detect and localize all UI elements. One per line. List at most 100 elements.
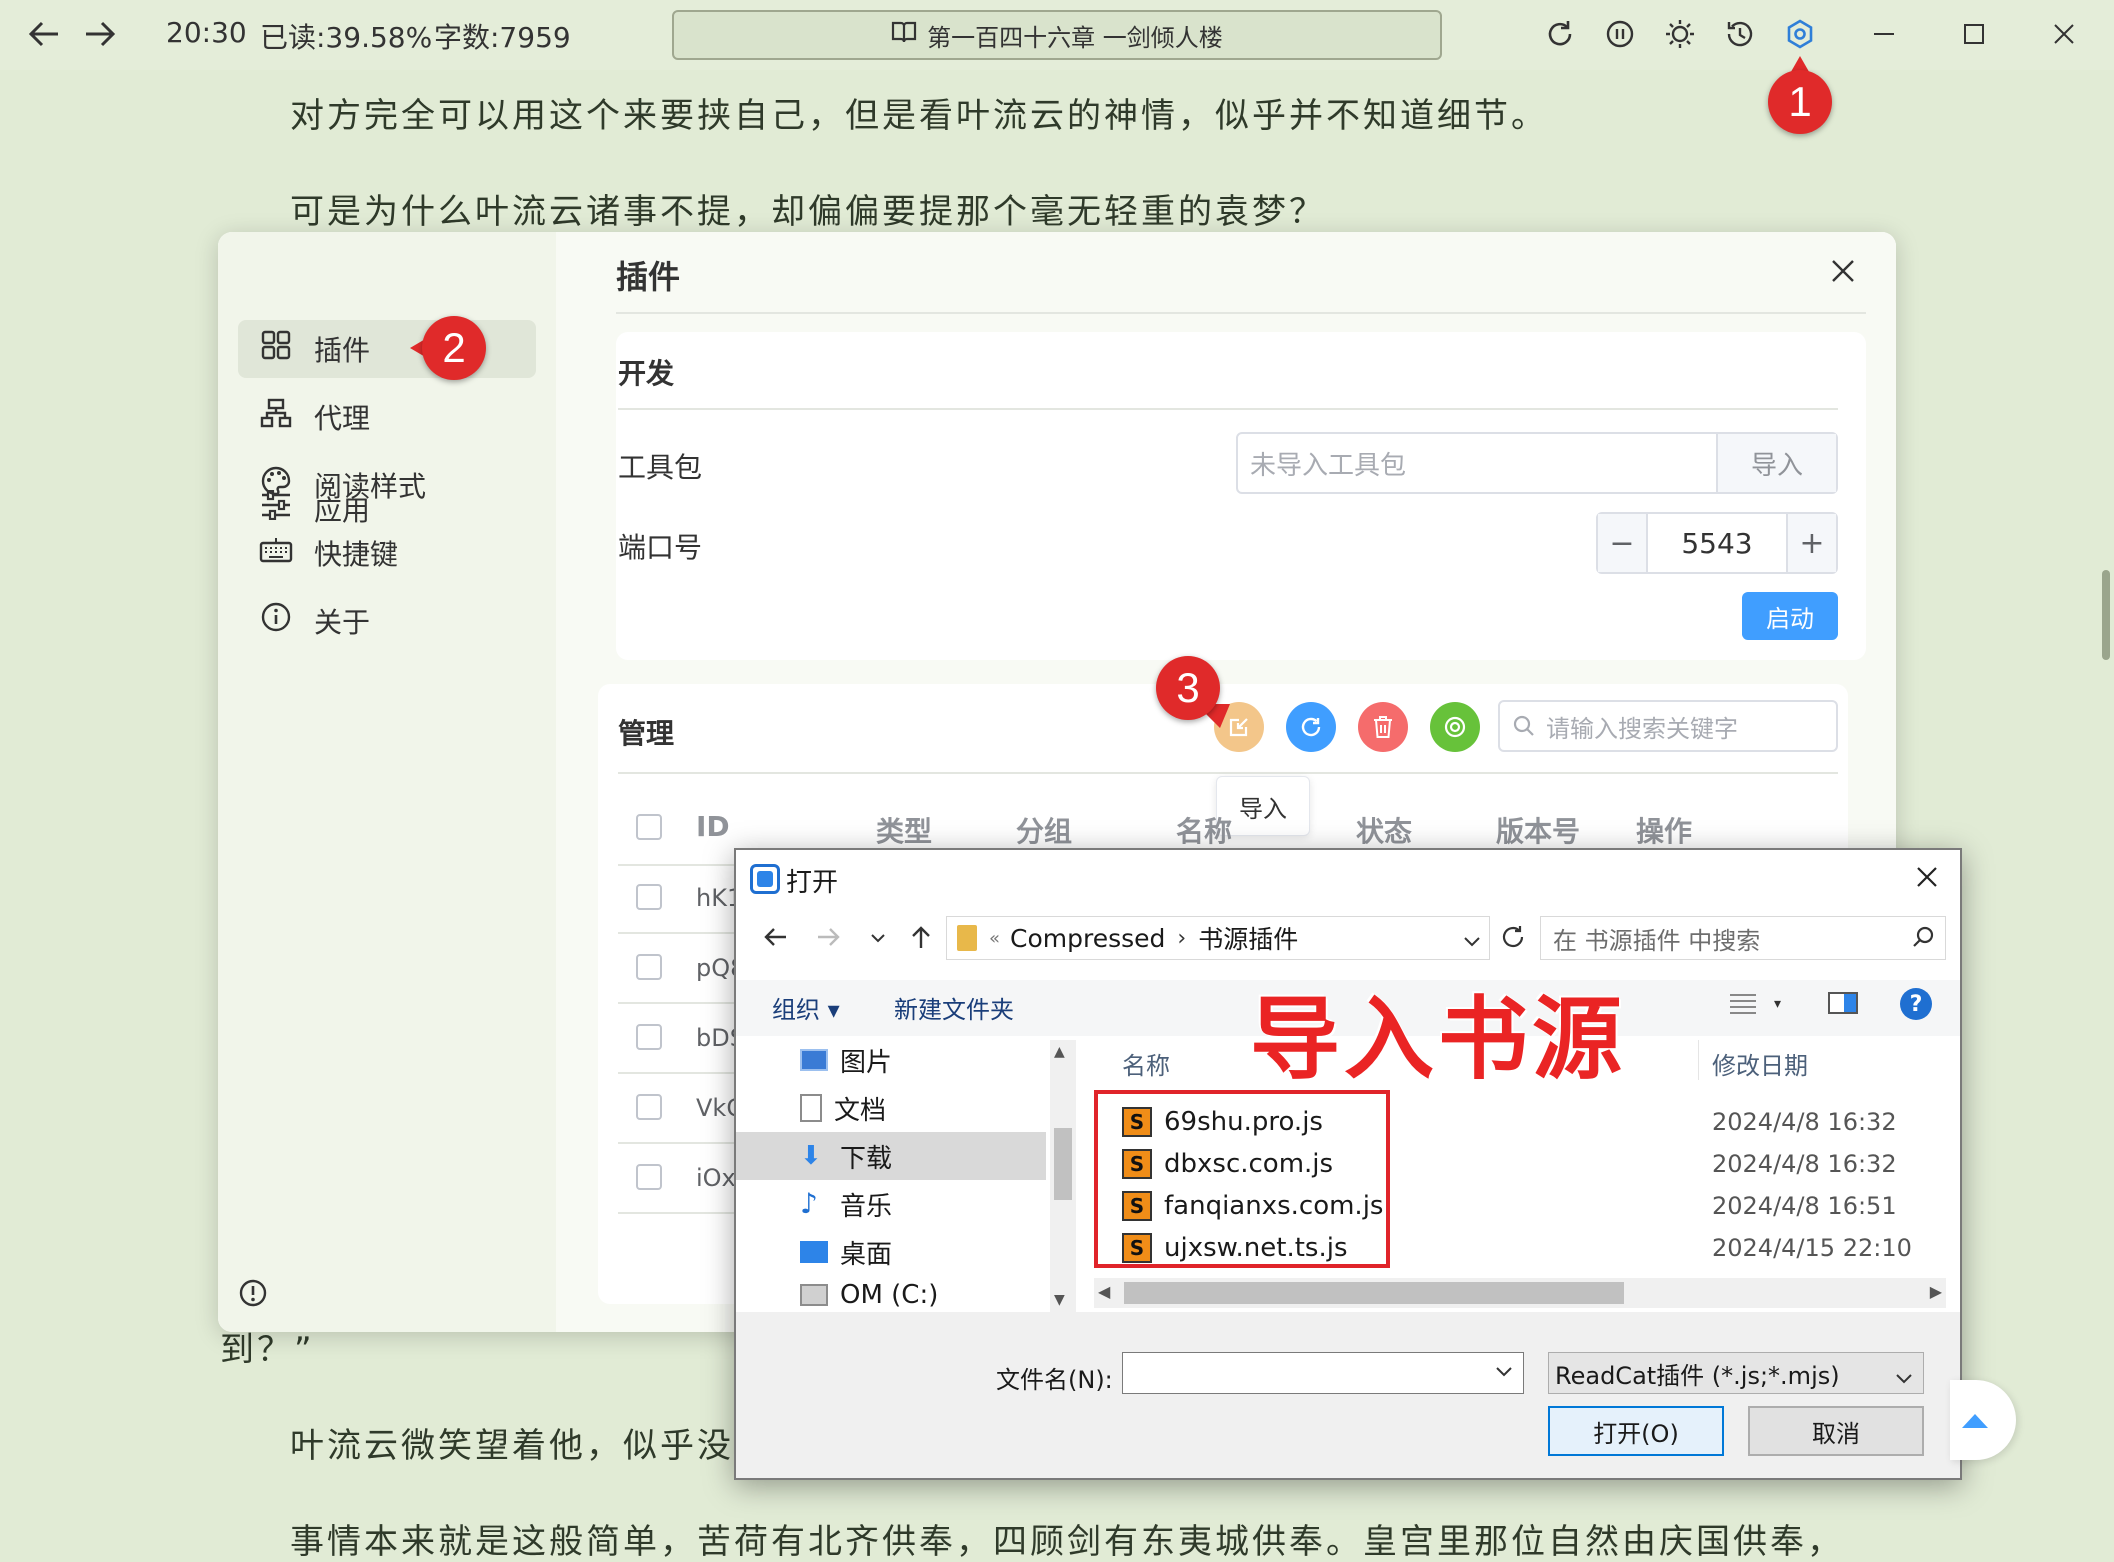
folder-search-input[interactable]: 在 书源插件 中搜索: [1540, 916, 1946, 960]
new-folder-button[interactable]: 新建文件夹: [894, 990, 1014, 1025]
overlay-caption: 导入书源: [1250, 987, 1626, 1092]
forward-icon[interactable]: [816, 926, 842, 952]
chapter-title-box[interactable]: 第一百四十六章 一剑倾人楼: [672, 10, 1442, 60]
step-marker-2: 2: [422, 316, 486, 380]
row-checkbox[interactable]: [636, 1024, 662, 1050]
file-date: 2024/4/8 16:32: [1712, 1150, 1897, 1178]
palette-icon: [256, 465, 296, 505]
warning-circle-icon[interactable]: [238, 1278, 268, 1312]
grid-icon: [256, 330, 296, 368]
sidebar-item-proxy[interactable]: 代理: [238, 388, 536, 446]
scrollbar-thumb[interactable]: [1124, 1282, 1624, 1304]
port-value[interactable]: 5543: [1648, 527, 1786, 560]
dialog-close-icon[interactable]: [1914, 864, 1940, 894]
chevron-down-icon[interactable]: [1495, 1363, 1513, 1382]
download-arrow-icon: ⬇: [800, 1141, 822, 1171]
scroll-down-icon[interactable]: ▼: [1054, 1292, 1065, 1308]
view-details-icon[interactable]: [1728, 992, 1758, 1020]
file-row[interactable]: S dbxsc.com.js: [1122, 1144, 1333, 1184]
port-stepper[interactable]: − 5543 +: [1596, 512, 1838, 574]
close-icon[interactable]: [1828, 256, 1858, 290]
file-date: 2024/4/8 16:32: [1712, 1108, 1897, 1136]
row-checkbox[interactable]: [636, 884, 662, 910]
open-button[interactable]: 打开(O): [1548, 1406, 1724, 1456]
toolkit-import-button[interactable]: 导入: [1716, 434, 1836, 492]
file-type-select[interactable]: ReadCat插件 (*.js;*.mjs): [1548, 1352, 1924, 1394]
back-arrow-icon[interactable]: [24, 14, 64, 54]
tree-item-pictures[interactable]: 图片: [800, 1038, 892, 1082]
toolkit-placeholder: 未导入工具包: [1250, 450, 1407, 481]
breadcrumb-parent[interactable]: Compressed: [1010, 924, 1165, 953]
preview-pane-icon[interactable]: [1828, 992, 1858, 1014]
file-list-hscrollbar[interactable]: ◀ ▶: [1094, 1278, 1946, 1308]
chevron-down-icon[interactable]: [870, 930, 886, 949]
breadcrumb-current[interactable]: 书源插件: [1198, 920, 1298, 956]
row-checkbox[interactable]: [636, 1164, 662, 1190]
up-arrow-icon[interactable]: [910, 924, 932, 954]
reading-line: 可是为什么叶流云诸事不提，却偏偏要提那个毫无轻重的袁梦？: [290, 192, 1326, 232]
close-window-icon[interactable]: [2044, 14, 2084, 54]
back-to-top-button[interactable]: [1950, 1380, 2016, 1460]
chevron-down-icon[interactable]: ▾: [1774, 996, 1781, 1012]
address-bar[interactable]: « Compressed › 书源插件: [946, 916, 1490, 960]
sidebar-item-about[interactable]: 关于: [238, 592, 536, 650]
settings-sidebar: 应用 插件 代理 阅读样式 快捷键 关于: [218, 232, 556, 1332]
maximize-icon[interactable]: [1954, 14, 1994, 54]
file-row[interactable]: S ujxsw.net.ts.js: [1122, 1228, 1348, 1268]
forward-arrow-icon[interactable]: [80, 14, 120, 54]
scroll-up-icon[interactable]: ▲: [1054, 1044, 1065, 1060]
decrement-button[interactable]: −: [1598, 514, 1648, 572]
cancel-button[interactable]: 取消: [1748, 1406, 1924, 1456]
sidebar-item-shortcuts[interactable]: 快捷键: [238, 524, 536, 582]
help-icon[interactable]: ?: [1900, 988, 1932, 1020]
toolkit-input[interactable]: 未导入工具包 导入: [1236, 432, 1838, 494]
select-all-checkbox[interactable]: [636, 814, 662, 840]
row-checkbox[interactable]: [636, 1094, 662, 1120]
search-icon: [1512, 714, 1536, 738]
tree-item-downloads[interactable]: ⬇ 下载: [800, 1134, 892, 1178]
file-row[interactable]: S fanqianxs.com.js: [1122, 1186, 1383, 1226]
back-icon[interactable]: [762, 926, 788, 952]
tree-item-documents[interactable]: 文档: [800, 1086, 886, 1130]
sidebar-item-label: 关于: [314, 606, 371, 639]
column-header-date[interactable]: 修改日期: [1712, 1046, 1808, 1081]
network-icon: [256, 398, 296, 436]
page-scrollbar[interactable]: [2102, 570, 2110, 660]
folder-icon: [957, 925, 977, 951]
history-icon[interactable]: [1720, 14, 1760, 54]
filename-input[interactable]: [1122, 1352, 1524, 1394]
drive-icon: [800, 1284, 828, 1306]
tree-item-music[interactable]: ♪ 音乐: [800, 1182, 892, 1226]
reading-line: 事情本来就是这般简单，苦荷有北齐供奉，四顾剑有东夷城供奉。皇宫里那位自然由庆国供…: [290, 1522, 1844, 1562]
sidebar-item-label: 快捷键: [314, 538, 399, 571]
store-plugins-button[interactable]: [1430, 702, 1480, 752]
reading-line: 对方完全可以用这个来要挟自己，但是看叶流云的神情，似乎并不知道细节。: [290, 96, 1548, 136]
tree-item-desktop[interactable]: 桌面: [800, 1230, 892, 1274]
chevron-down-icon[interactable]: [1895, 1363, 1913, 1391]
scrollbar-thumb[interactable]: [1054, 1128, 1072, 1200]
refresh-icon[interactable]: [1540, 14, 1580, 54]
scroll-right-icon[interactable]: ▶: [1930, 1282, 1942, 1301]
refresh-plugins-button[interactable]: [1286, 702, 1336, 752]
sidebar-item-reading-style[interactable]: 阅读样式: [238, 456, 536, 514]
organize-menu[interactable]: 组织 ▾: [772, 990, 840, 1025]
minimize-icon[interactable]: [1864, 14, 1904, 54]
file-row[interactable]: S 69shu.pro.js: [1122, 1102, 1323, 1142]
tree-item-drive-c[interactable]: OM (C:): [800, 1278, 938, 1312]
chevron-down-icon[interactable]: [1463, 925, 1481, 954]
pause-icon[interactable]: [1600, 14, 1640, 54]
plugin-search-input[interactable]: 请输入搜索关键字: [1498, 700, 1838, 752]
scroll-left-icon[interactable]: ◀: [1098, 1282, 1110, 1301]
brightness-icon[interactable]: [1660, 14, 1700, 54]
info-icon: [256, 601, 296, 641]
page-title: 插件: [616, 258, 681, 296]
delete-plugins-button[interactable]: [1358, 702, 1408, 752]
row-checkbox[interactable]: [636, 954, 662, 980]
tree-scrollbar[interactable]: ▲ ▼: [1050, 1040, 1076, 1312]
settings-hex-icon[interactable]: [1780, 14, 1820, 54]
sidebar-item-plugins[interactable]: 插件: [238, 320, 536, 378]
column-header-name[interactable]: 名称: [1122, 1046, 1170, 1081]
refresh-icon[interactable]: [1500, 924, 1526, 954]
increment-button[interactable]: +: [1786, 514, 1836, 572]
start-button[interactable]: 启动: [1742, 592, 1838, 640]
